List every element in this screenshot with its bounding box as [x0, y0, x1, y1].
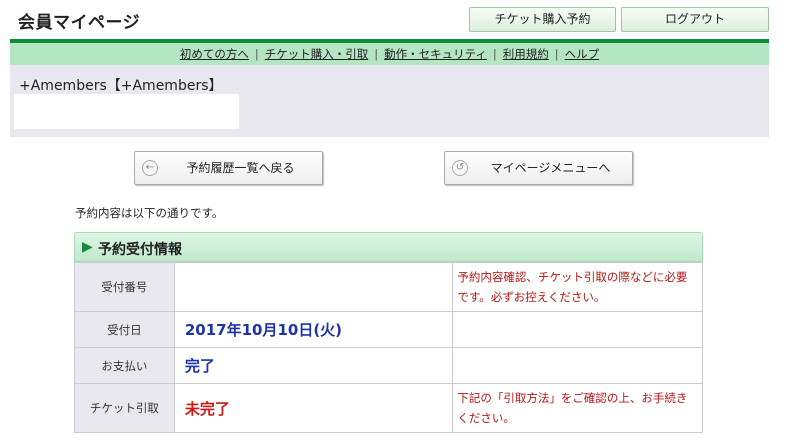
row-label-receipt-number: 受付番号	[74, 262, 175, 312]
receipt-number-note: 予約内容確認、チケット引取の際などに必要です。必ずお控えください。	[452, 262, 703, 312]
reservation-info-table: 受付番号 予約内容確認、チケット引取の際などに必要です。必ずお控えください。 受…	[74, 262, 703, 433]
ticket-purchase-button[interactable]: チケット購入予約	[469, 7, 616, 32]
nav-link-ticket[interactable]: チケット購入・引取	[265, 47, 369, 61]
nav-link-terms[interactable]: 利用規約	[503, 47, 549, 61]
site-title: 会員マイページ	[18, 13, 141, 33]
back-to-history-button[interactable]: ← 予約履歴一覧へ戻る	[134, 151, 323, 185]
nav-link-security[interactable]: 動作・セキュリティ	[384, 47, 487, 61]
section-header: ▶ 予約受付情報	[74, 232, 703, 262]
section-title: 予約受付情報	[98, 242, 182, 258]
arrow-left-circle-icon: ←	[142, 160, 158, 176]
payment-note	[452, 347, 703, 384]
table-row: 受付日 2017年10月10日(火)	[74, 311, 703, 348]
nav-separator: |	[374, 47, 379, 61]
global-nav: 初めての方へ | チケット購入・引取 | 動作・セキュリティ | 利用規約 | ヘルプ	[10, 43, 769, 65]
mypage-menu-button[interactable]: ↺ マイページメニューへ	[444, 151, 633, 185]
page-header: 会員マイページ チケット購入予約 ログアウト	[0, 0, 810, 40]
member-name: +Amembers【+Amembers】	[19, 78, 223, 94]
nav-separator: |	[254, 47, 259, 61]
refresh-circle-icon: ↺	[452, 160, 468, 176]
receipt-date-value: 2017年10月10日(火)	[173, 311, 454, 348]
nav-link-first-time[interactable]: 初めての方へ	[180, 47, 249, 61]
table-row: お支払い 完了	[74, 347, 703, 384]
nav-separator: |	[492, 47, 497, 61]
receipt-date-note	[452, 311, 703, 348]
member-info-box	[14, 94, 239, 129]
table-row: 受付番号 予約内容確認、チケット引取の際などに必要です。必ずお控えください。	[74, 262, 703, 312]
receipt-number-value	[173, 262, 454, 312]
intro-text: 予約内容は以下の通りです。	[75, 206, 224, 220]
row-label-receipt-date: 受付日	[74, 311, 175, 348]
row-label-ticket-pickup: チケット引取	[74, 383, 175, 433]
member-panel: +Amembers【+Amembers】	[10, 65, 769, 137]
row-label-payment: お支払い	[74, 347, 175, 384]
payment-status-value: 完了	[173, 347, 454, 384]
nav-separator: |	[554, 47, 559, 61]
ticket-pickup-status-value: 未完了	[173, 383, 454, 433]
ticket-pickup-note: 下記の「引取方法」をご確認の上、お手続きください。	[452, 383, 703, 433]
chevron-right-icon: ▶	[82, 239, 93, 255]
logout-button[interactable]: ログアウト	[621, 7, 769, 32]
back-to-history-label: 予約履歴一覧へ戻る	[186, 161, 295, 175]
mypage-menu-label: マイページメニューへ	[490, 161, 611, 175]
table-row: チケット引取 未完了 下記の「引取方法」をご確認の上、お手続きください。	[74, 383, 703, 433]
nav-link-help[interactable]: ヘルプ	[565, 47, 600, 61]
